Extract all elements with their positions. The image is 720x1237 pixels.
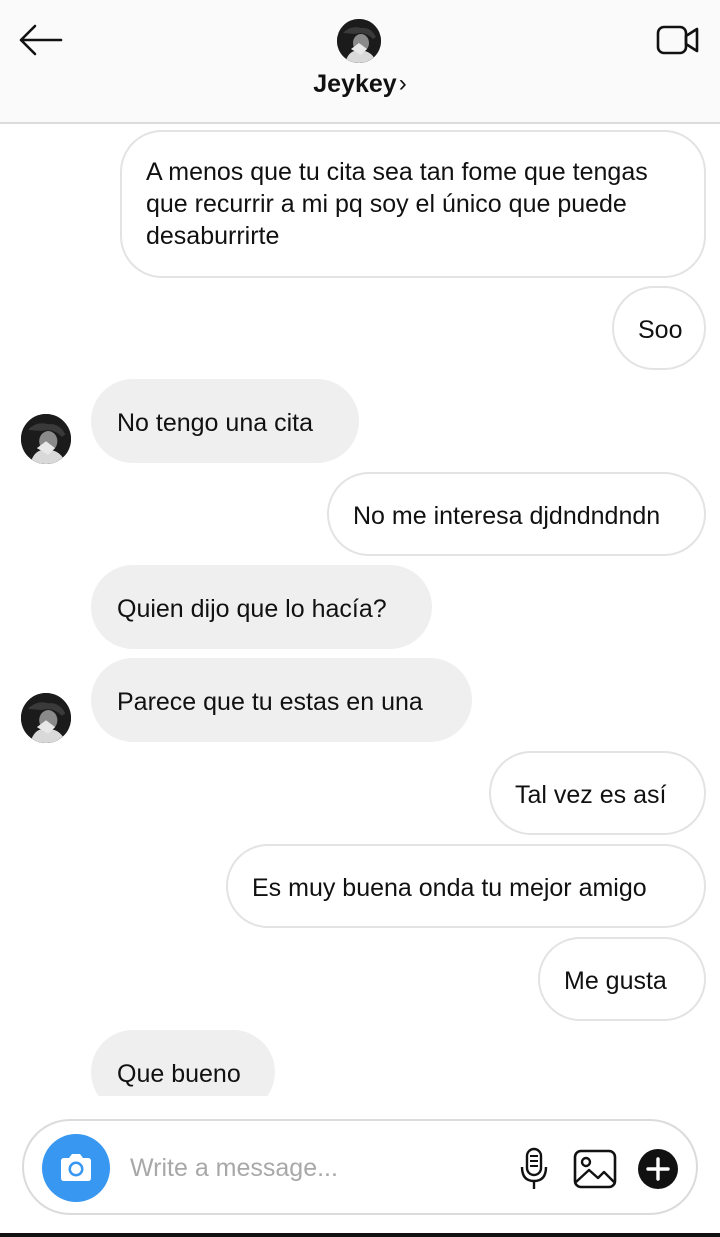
message-bubble-sent[interactable]: Me gusta — [538, 937, 706, 1021]
chat-header: Jeykey› — [0, 0, 720, 124]
message-thread[interactable]: A menos que tu cita sea tan fome que ten… — [0, 126, 720, 1096]
message-text: Soo — [638, 316, 683, 344]
message-bubble-received[interactable]: Parece que tu estas en una — [91, 658, 472, 742]
contact-avatar[interactable] — [337, 19, 381, 63]
back-button[interactable] — [14, 18, 66, 62]
message-text: A menos que tu cita sea tan fome que ten… — [146, 158, 648, 250]
camera-button[interactable] — [42, 1134, 110, 1202]
image-gallery-icon — [573, 1149, 617, 1189]
contact-name-button[interactable]: Jeykey› — [0, 70, 720, 99]
video-call-button[interactable] — [650, 18, 706, 62]
message-text: No me interesa djdndndndn — [353, 502, 661, 530]
voice-message-button[interactable] — [510, 1143, 558, 1195]
plus-circle-icon — [638, 1149, 678, 1189]
message-bubble-received[interactable]: Que bueno — [91, 1030, 275, 1096]
message-bubble-received[interactable]: Quien dijo que lo hacía? — [91, 565, 432, 649]
message-composer — [22, 1119, 698, 1215]
message-bubble-received[interactable]: No tengo una cita — [91, 379, 359, 463]
microphone-icon — [520, 1147, 548, 1189]
message-text: Me gusta — [564, 967, 667, 995]
gallery-button[interactable] — [571, 1143, 619, 1195]
contact-avatar-small[interactable] — [21, 693, 71, 743]
video-camera-icon — [656, 25, 699, 55]
system-divider — [0, 1233, 720, 1237]
message-bubble-sent[interactable]: Soo — [612, 286, 706, 370]
message-text: Parece que tu estas en una — [117, 688, 423, 716]
message-text: Tal vez es así — [515, 781, 667, 809]
arrow-left-icon — [19, 24, 63, 56]
message-text: No tengo una cita — [117, 409, 313, 437]
message-text: Que bueno — [117, 1060, 241, 1088]
contact-avatar-small[interactable] — [21, 414, 71, 464]
dm-screen: Jeykey› A menos que tu cita sea tan fome… — [0, 0, 720, 1237]
message-bubble-sent[interactable]: A menos que tu cita sea tan fome que ten… — [120, 130, 706, 278]
chevron-right-icon: › — [398, 70, 407, 97]
more-options-button[interactable] — [634, 1143, 682, 1195]
message-bubble-sent[interactable]: No me interesa djdndndndn — [327, 472, 706, 556]
message-input[interactable] — [130, 1147, 490, 1189]
message-text: Es muy buena onda tu mejor amigo — [252, 874, 647, 902]
camera-icon — [61, 1154, 91, 1181]
message-text: Quien dijo que lo hacía? — [117, 595, 387, 623]
message-bubble-sent[interactable]: Es muy buena onda tu mejor amigo — [226, 844, 706, 928]
message-bubble-sent[interactable]: Tal vez es así — [489, 751, 706, 835]
contact-name: Jeykey — [313, 70, 397, 98]
